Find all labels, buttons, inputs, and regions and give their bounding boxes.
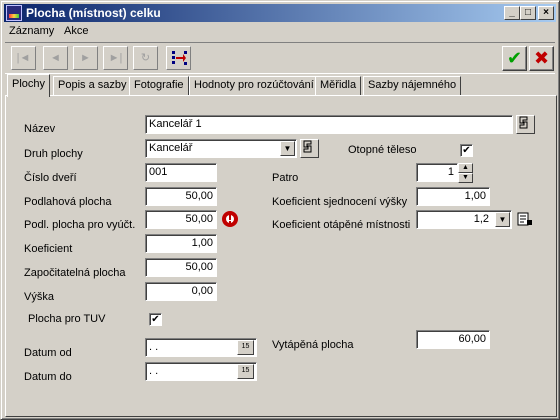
tab-fotografie[interactable]: Fotografie bbox=[129, 76, 189, 95]
first-record-icon[interactable]: |◄ bbox=[11, 46, 36, 70]
tab-panel-plochy: Název Kancelář 1 Druh plochy Kancelář ▼ … bbox=[5, 95, 557, 417]
main-window: Plocha (místnost) celku _ □ × Záznamy Ak… bbox=[0, 0, 560, 420]
druh-select[interactable]: Kancelář bbox=[145, 139, 297, 158]
tab-plochy[interactable]: Plochy bbox=[7, 74, 51, 97]
cancel-button[interactable]: ✖ bbox=[529, 46, 554, 71]
tuv-checkbox[interactable]: ✔ bbox=[149, 313, 162, 326]
tab-sazby-najemneho[interactable]: Sazby nájemného bbox=[363, 76, 462, 95]
zapocitatelna-label: Započitatelná plocha bbox=[24, 267, 126, 279]
vytapena-field[interactable]: 60,00 bbox=[416, 330, 490, 349]
tab-popis-a-sazby[interactable]: Popis a sazby bbox=[53, 76, 132, 95]
datum-do-label: Datum do bbox=[24, 371, 72, 383]
patro-field[interactable]: 1 bbox=[416, 163, 458, 182]
prev-record-icon[interactable]: ◄ bbox=[43, 46, 68, 70]
druh-label: Druh plochy bbox=[24, 148, 83, 160]
title-bar[interactable]: Plocha (místnost) celku _ □ × bbox=[4, 4, 556, 22]
zapocitatelna-field[interactable]: 50,00 bbox=[145, 258, 217, 277]
next-record-icon[interactable]: ► bbox=[73, 46, 98, 70]
otopne-label: Otopné těleso bbox=[348, 144, 417, 156]
koeficient-field[interactable]: 1,00 bbox=[145, 234, 217, 253]
podl-vyuct-label: Podl. plocha pro vyúčt. bbox=[24, 219, 136, 231]
podl-vyuct-field[interactable]: 50,00 bbox=[145, 210, 217, 229]
patro-down-icon[interactable]: ▼ bbox=[458, 173, 473, 183]
koeficient-label: Koeficient bbox=[24, 243, 73, 255]
otopne-checkbox[interactable]: ✔ bbox=[460, 144, 473, 157]
nazev-field[interactable]: Kancelář 1 bbox=[145, 115, 513, 134]
patro-label: Patro bbox=[272, 172, 299, 184]
tuv-label: Plocha pro TUV bbox=[28, 313, 106, 325]
transfer-icon[interactable] bbox=[166, 46, 191, 70]
koef-otap-dropdown-icon[interactable]: ▼ bbox=[495, 212, 510, 227]
refresh-icon[interactable]: ↻ bbox=[133, 46, 158, 70]
koef-otap-label: Koeficient otápěné místnosti bbox=[272, 219, 411, 231]
patro-up-icon[interactable]: ▲ bbox=[458, 163, 473, 173]
tab-hodnoty[interactable]: Hodnoty pro rozúčtování bbox=[189, 76, 319, 95]
menu-akce[interactable]: Akce bbox=[64, 25, 88, 37]
vytapena-label: Vytápěná plocha bbox=[272, 339, 354, 351]
vyska-field[interactable]: 0,00 bbox=[145, 282, 217, 301]
menu-zaznamy[interactable]: Záznamy bbox=[9, 25, 54, 37]
tab-meridla[interactable]: Měřidla bbox=[315, 76, 362, 95]
cislo-label: Číslo dveří bbox=[24, 172, 77, 184]
app-icon bbox=[6, 5, 22, 21]
menu-bar: Záznamy Akce bbox=[4, 23, 556, 41]
minimize-button[interactable]: _ bbox=[504, 6, 520, 20]
vyska-label: Výška bbox=[24, 291, 54, 303]
tab-strip: Plochy Popis a sazby Fotografie Hodnoty … bbox=[5, 74, 557, 97]
calculate-icon[interactable] bbox=[220, 209, 240, 229]
datum-od-calendar-icon[interactable]: 15 bbox=[237, 340, 254, 355]
podlahova-label: Podlahová plocha bbox=[24, 196, 112, 208]
druh-dropdown-icon[interactable]: ▼ bbox=[280, 141, 295, 156]
confirm-button[interactable]: ✔ bbox=[502, 46, 527, 71]
koef-sjed-field[interactable]: 1,00 bbox=[416, 187, 490, 206]
podlahova-field[interactable]: 50,00 bbox=[145, 187, 217, 206]
toolbar: |◄ ◄ ► ►| ↻ ✔ ✖ bbox=[5, 42, 555, 74]
druh-picker-icon[interactable] bbox=[300, 139, 319, 158]
close-button[interactable]: × bbox=[538, 6, 554, 20]
window-title: Plocha (místnost) celku bbox=[26, 6, 161, 20]
cislo-field[interactable]: 001 bbox=[145, 163, 217, 182]
last-record-icon[interactable]: ►| bbox=[103, 46, 128, 70]
datum-do-calendar-icon[interactable]: 15 bbox=[237, 364, 254, 379]
maximize-button[interactable]: □ bbox=[520, 6, 536, 20]
koef-otap-table-icon[interactable] bbox=[515, 210, 534, 229]
nazev-label: Název bbox=[24, 123, 56, 135]
nazev-picker-icon[interactable] bbox=[516, 115, 535, 134]
datum-od-label: Datum od bbox=[24, 347, 72, 359]
koef-sjed-label: Koeficient sjednocení výšky bbox=[272, 196, 408, 208]
